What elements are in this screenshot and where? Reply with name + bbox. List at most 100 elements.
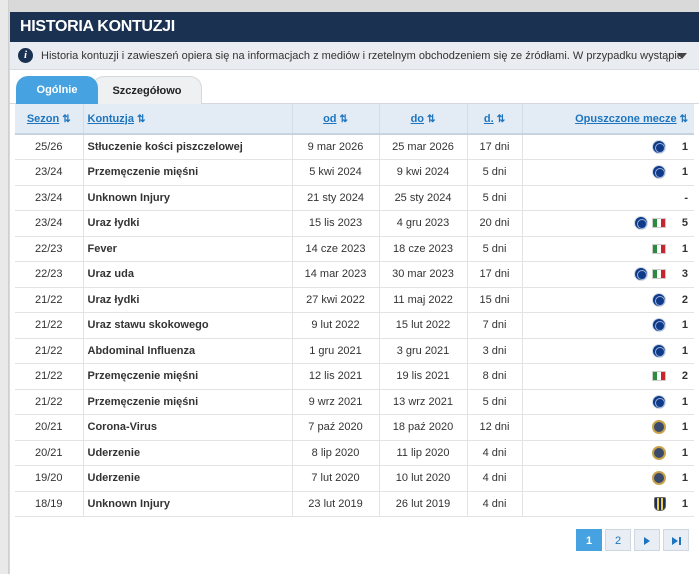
table-row: 21/22 Przemęczenie mięśni 9 wrz 2021 13 wrz… — [15, 389, 694, 415]
season-cell: 23/24 — [15, 210, 84, 237]
inter-badge-icon[interactable] — [652, 140, 666, 154]
inter-badge-icon[interactable] — [652, 318, 666, 333]
missed-games-cell: 2 — [522, 287, 694, 313]
missed-games-cell: 1 — [522, 134, 694, 160]
from-date-cell: 9 wrz 2021 — [292, 389, 380, 415]
inter-old-badge-icon[interactable] — [652, 420, 666, 435]
table-row: 23/24 Przemęczenie mięśni 5 kwi 2024 9 kwi … — [15, 159, 694, 186]
tab-general[interactable]: Ogólnie — [16, 76, 98, 104]
pagination: 1 2 — [576, 529, 689, 551]
injury-cell: Fever — [83, 236, 293, 262]
column-header-from[interactable]: od ⇅ — [292, 104, 380, 135]
until-date-cell: 18 cze 2023 — [379, 236, 468, 262]
injury-cell: Abdominal Influenza — [83, 338, 293, 364]
table-row: 21/22 Przemęczenie mięśni 12 lis 2021 19 li… — [15, 363, 694, 390]
from-date-cell: 14 mar 2023 — [292, 261, 380, 288]
column-header-season[interactable]: Sezon ⇅ — [15, 104, 84, 135]
next-page-button[interactable] — [634, 529, 660, 551]
until-date-cell: 4 gru 2023 — [379, 210, 468, 237]
missed-games-count: 5 — [681, 217, 688, 230]
table-row: 23/24 Unknown Injury 21 sty 2024 25 sty 202… — [15, 185, 694, 211]
until-date-cell: 9 kwi 2024 — [379, 159, 468, 186]
inter-badge-icon[interactable] — [634, 267, 648, 282]
until-date-cell: 11 lip 2020 — [379, 440, 468, 466]
until-date-cell: 3 gru 2021 — [379, 338, 468, 364]
page-button-1[interactable]: 1 — [576, 529, 602, 551]
inter-old-badge-icon[interactable] — [652, 471, 666, 486]
inter-badge-icon[interactable] — [652, 343, 666, 358]
last-page-button[interactable] — [663, 529, 689, 551]
injury-table: Sezon ⇅ Kontuzja ⇅ od ⇅ do ⇅ d. ⇅ Opuszczone … — [15, 104, 694, 517]
italy-badge-icon[interactable] — [652, 269, 666, 280]
missed-games-count: 3 — [681, 268, 688, 281]
info-icon: i — [18, 48, 33, 63]
page-button-2[interactable]: 2 — [605, 529, 631, 551]
notice-text: Historia kontuzji i zawieszeń opiera się… — [41, 49, 681, 62]
season-cell: 23/24 — [15, 159, 84, 186]
until-date-cell: 25 sty 2024 — [379, 185, 468, 211]
season-cell: 21/22 — [15, 389, 84, 415]
column-header-until[interactable]: do ⇅ — [379, 104, 468, 135]
tab-detailed[interactable]: Szczegółowo — [92, 76, 202, 104]
missed-games-count: 1 — [681, 140, 688, 153]
from-date-cell: 23 lut 2019 — [292, 491, 380, 517]
injury-cell: Przemęczenie mięśni — [83, 159, 293, 186]
days-cell: 5 dni — [467, 159, 523, 186]
missed-games-cell: 1 — [522, 491, 694, 517]
column-header-missed-games[interactable]: Opuszczone mecze ⇅ — [522, 104, 694, 135]
injury-cell: Uraz stawu skokowego — [83, 312, 293, 339]
club-badges — [648, 371, 666, 382]
days-cell: 4 dni — [467, 440, 523, 466]
table-row: 23/24 Uraz łydki 15 lis 2023 4 gru 2023 20 d… — [15, 210, 694, 237]
from-date-cell: 9 mar 2026 — [292, 134, 380, 160]
club-badges — [648, 343, 666, 358]
column-header-injury[interactable]: Kontuzja ⇅ — [83, 104, 293, 135]
club-badges — [648, 420, 666, 435]
panel-title: HISTORIA KONTUZJI — [10, 12, 699, 42]
days-cell: 4 dni — [467, 465, 523, 492]
sort-icon: ⇅ — [679, 113, 688, 125]
left-strip — [0, 0, 9, 574]
days-cell: 4 dni — [467, 491, 523, 517]
days-cell: 17 dni — [467, 134, 523, 160]
inter-badge-icon[interactable] — [634, 216, 648, 231]
chevron-down-icon[interactable] — [677, 53, 687, 59]
arrow-last-icon — [671, 537, 678, 546]
until-date-cell: 18 paź 2020 — [379, 414, 468, 441]
until-date-cell: 13 wrz 2021 — [379, 389, 468, 415]
inter-badge-icon[interactable] — [652, 292, 666, 307]
sort-icon: ⇅ — [427, 113, 436, 125]
table-row: 21/22 Abdominal Influenza 1 gru 2021 3 gru … — [15, 338, 694, 364]
inter-badge-icon[interactable] — [652, 394, 666, 409]
italy-badge-icon[interactable] — [652, 371, 666, 382]
italy-badge-icon[interactable] — [652, 243, 666, 254]
missed-games-count: 1 — [681, 421, 688, 434]
until-date-cell: 25 mar 2026 — [379, 134, 468, 160]
table-body: 25/26 Stłuczenie kości piszczelowej 9 mar … — [15, 134, 694, 517]
days-cell: 5 dni — [467, 185, 523, 211]
injury-cell: Stłuczenie kości piszczelowej — [83, 134, 293, 160]
until-date-cell: 19 lis 2021 — [379, 363, 468, 390]
injury-cell: Uderzenie — [83, 465, 293, 492]
parma-badge-icon[interactable] — [654, 496, 666, 511]
inter-badge-icon[interactable] — [652, 165, 666, 180]
club-badges — [648, 471, 666, 486]
injury-cell: Corona-Virus — [83, 414, 293, 441]
missed-games-count: - — [684, 191, 688, 204]
missed-games-cell: 1 — [522, 414, 694, 441]
italy-badge-icon[interactable] — [652, 218, 666, 229]
missed-games-count: 1 — [681, 319, 688, 332]
from-date-cell: 5 kwi 2024 — [292, 159, 380, 186]
until-date-cell: 11 maj 2022 — [379, 287, 468, 313]
from-date-cell: 9 lut 2022 — [292, 312, 380, 339]
until-date-cell: 15 lut 2022 — [379, 312, 468, 339]
until-date-cell: 30 mar 2023 — [379, 261, 468, 288]
season-cell: 21/22 — [15, 312, 84, 339]
notice-bar[interactable]: i Historia kontuzji i zawieszeń opiera s… — [10, 42, 699, 70]
season-cell: 22/23 — [15, 236, 84, 262]
days-cell: 17 dni — [467, 261, 523, 288]
inter-old-badge-icon[interactable] — [652, 445, 666, 460]
column-header-days[interactable]: d. ⇅ — [467, 104, 523, 135]
days-cell: 3 dni — [467, 338, 523, 364]
missed-games-cell: 1 — [522, 389, 694, 415]
